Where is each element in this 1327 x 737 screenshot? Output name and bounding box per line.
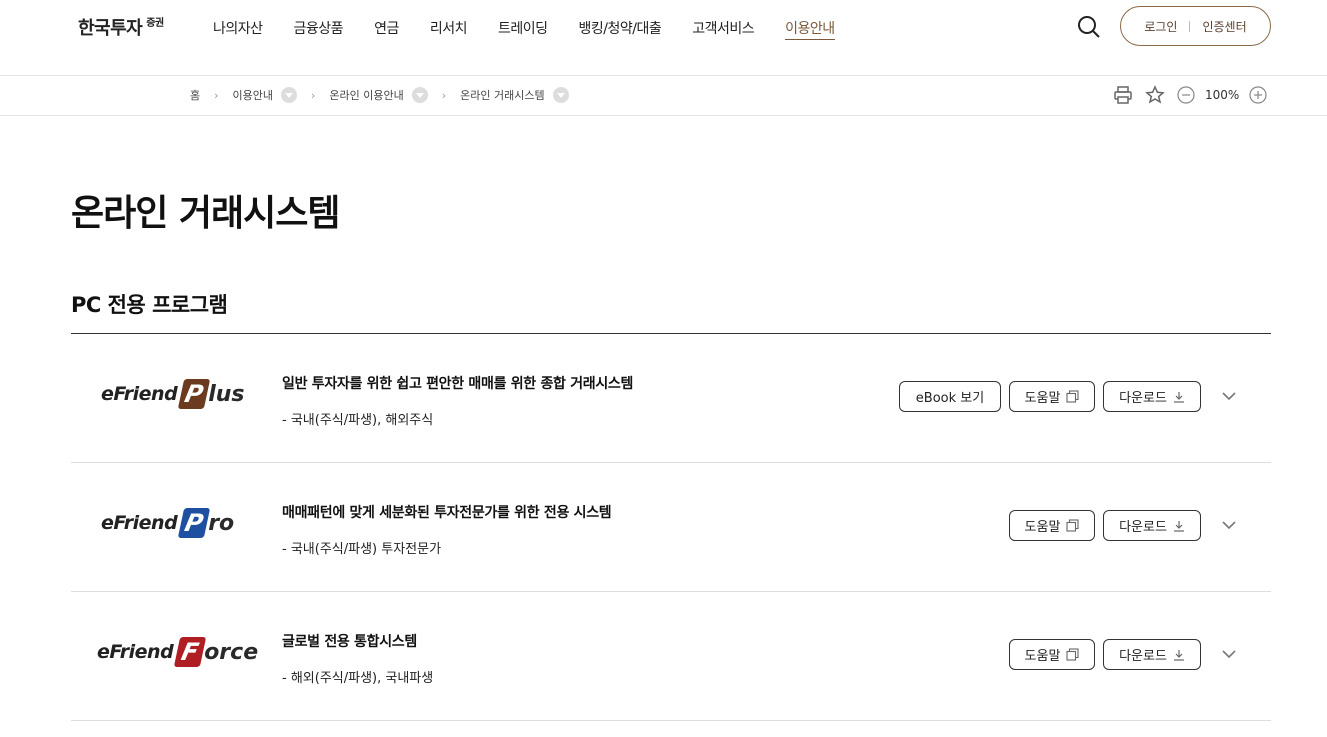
zoom-level: 100% (1205, 88, 1240, 102)
download-button[interactable]: 다운로드 (1103, 639, 1201, 670)
chevron-right-icon: › (311, 88, 316, 102)
nav-item-research[interactable]: 리서치 (430, 18, 468, 40)
login-button[interactable]: 로그인 (1144, 18, 1177, 35)
cert-center-button[interactable]: 인증센터 (1202, 18, 1246, 35)
zoom-in-icon[interactable] (1249, 86, 1267, 104)
section-title: PC 전용 프로그램 (71, 293, 228, 317)
download-icon (1173, 649, 1184, 661)
breadcrumb-guide[interactable]: 이용안내 (233, 87, 273, 103)
global-header: 한국투자 증권 나의자산 금융상품 연금 리서치 트레이딩 뱅킹/청약/대출 고객… (0, 0, 1327, 76)
nav-item-guide[interactable]: 이용안내 (785, 18, 835, 40)
efriend-plus-logo: eFriend P lus (101, 374, 245, 414)
logo-rest: lus (208, 381, 245, 407)
nav-item-assets[interactable]: 나의자산 (213, 18, 263, 40)
logo[interactable]: 한국투자 증권 (78, 14, 164, 40)
download-button[interactable]: 다운로드 (1103, 510, 1201, 541)
chevron-down-icon[interactable] (1221, 646, 1237, 662)
zoom-out-icon[interactable] (1177, 86, 1195, 104)
breadcrumb: 홈 › 이용안내 › 온라인 이용안내 › 온라인 거래시스템 (190, 87, 569, 103)
breadcrumb-online-guide[interactable]: 온라인 이용안내 (329, 87, 403, 103)
logo-rest: ro (208, 510, 235, 536)
nav-item-customer-service[interactable]: 고객서비스 (692, 18, 754, 40)
chevron-right-icon: › (214, 88, 219, 102)
breadcrumb-home[interactable]: 홈 (190, 87, 200, 103)
star-icon[interactable] (1145, 85, 1165, 105)
logo-sup: 증권 (146, 18, 164, 29)
dropdown-icon[interactable] (552, 87, 569, 103)
dropdown-icon[interactable] (281, 87, 298, 103)
chevron-right-icon: › (441, 88, 447, 102)
main-nav: 나의자산 금융상품 연금 리서치 트레이딩 뱅킹/청약/대출 고객서비스 이용안… (213, 18, 866, 40)
copy-icon (1066, 390, 1079, 403)
page-tools: 100% (1113, 85, 1267, 105)
breadcrumb-bar: 홈 › 이용안내 › 온라인 이용안내 › 온라인 거래시스템 100% (0, 76, 1327, 116)
login-group: 로그인 인증센터 (1120, 6, 1271, 46)
download-label: 다운로드 (1119, 520, 1167, 535)
ebook-button[interactable]: eBook 보기 (899, 381, 1001, 412)
dropdown-icon[interactable] (411, 87, 428, 103)
product-subtitle: - 해외(주식/파생), 국내파생 (282, 671, 434, 686)
help-button[interactable]: 도움말 (1009, 381, 1095, 412)
product-row-force: eFriend F orce 글로벌 전용 통합시스템 - 해외(주식/파생),… (71, 592, 1271, 721)
product-subtitle: - 국내(주식/파생) 투자전문가 (282, 542, 442, 557)
help-label: 도움말 (1024, 520, 1061, 535)
help-label: 도움말 (1024, 391, 1061, 406)
help-label: 도움말 (1024, 649, 1061, 664)
download-button[interactable]: 다운로드 (1103, 381, 1201, 412)
logo-rest: orce (204, 639, 259, 665)
logo-letter: P (177, 508, 211, 538)
efriend-pro-logo: eFriend P ro (101, 503, 234, 543)
product-subtitle: - 국내(주식/파생), 해외주식 (282, 413, 434, 428)
copy-icon (1066, 519, 1079, 532)
logo-prefix: eFriend (101, 512, 178, 534)
copy-icon (1066, 648, 1079, 661)
product-actions: eBook 보기 도움말 다운로드 (891, 381, 1201, 412)
product-title: 글로벌 전용 통합시스템 (282, 634, 417, 650)
product-title: 일반 투자자를 위한 쉽고 편안한 매매를 위한 종합 거래시스템 (282, 376, 634, 392)
logo-letter: F (173, 637, 207, 667)
chevron-down-icon[interactable] (1221, 517, 1237, 533)
logo-text: 한국투자 (78, 18, 143, 39)
nav-item-banking[interactable]: 뱅킹/청약/대출 (579, 18, 662, 40)
help-button[interactable]: 도움말 (1009, 510, 1095, 541)
product-title: 매매패턴에 맞게 세분화된 투자전문가를 위한 전용 시스템 (282, 505, 612, 521)
download-label: 다운로드 (1119, 649, 1167, 664)
download-icon (1173, 391, 1184, 403)
product-actions: 도움말 다운로드 (1001, 639, 1201, 670)
divider (1189, 20, 1191, 32)
download-icon (1173, 520, 1184, 532)
download-label: 다운로드 (1119, 391, 1167, 406)
product-row-pro: eFriend P ro 매매패턴에 맞게 세분화된 투자전문가를 위한 전용 … (71, 463, 1271, 592)
product-row-plus: eFriend P lus 일반 투자자를 위한 쉽고 편안한 매매를 위한 종… (71, 334, 1271, 463)
print-icon[interactable] (1113, 85, 1133, 105)
logo-letter: P (177, 379, 211, 409)
chevron-down-icon[interactable] (1221, 388, 1237, 404)
nav-item-trading[interactable]: 트레이딩 (498, 18, 548, 40)
nav-item-pension[interactable]: 연금 (374, 18, 399, 40)
logo-prefix: eFriend (101, 383, 178, 405)
nav-item-products[interactable]: 금융상품 (294, 18, 344, 40)
help-button[interactable]: 도움말 (1009, 639, 1095, 670)
product-actions: 도움말 다운로드 (1001, 510, 1201, 541)
ebook-label: eBook 보기 (915, 391, 985, 406)
search-icon[interactable] (1076, 14, 1102, 40)
logo-prefix: eFriend (97, 641, 174, 663)
breadcrumb-current[interactable]: 온라인 거래시스템 (460, 87, 544, 103)
page-title: 온라인 거래시스템 (71, 193, 340, 234)
efriend-force-logo: eFriend F orce (97, 632, 258, 672)
